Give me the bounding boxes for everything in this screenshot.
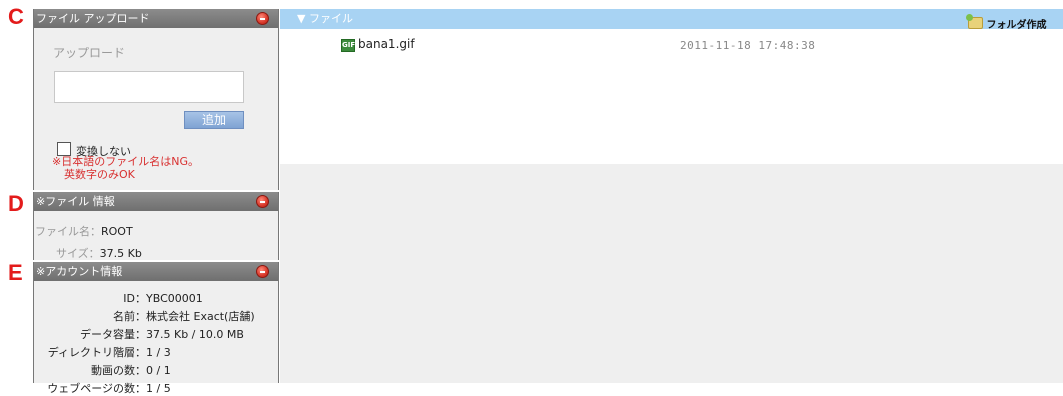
file-info-panel-title: ※ファイル 情報 [36,195,115,208]
gif-file-icon: GIF [341,39,355,52]
account-info-row: ディレクトリ階層：1 / 3 [34,344,274,360]
filename-value: ROOT [101,225,133,238]
folder-add-icon [966,14,983,29]
file-info-panel-header[interactable]: ※ファイル 情報 [34,192,278,211]
collapse-icon[interactable] [256,265,269,278]
empty-area [280,164,1063,383]
account-info-value: 0 / 1 [146,364,171,377]
file-list-header[interactable]: ▼ ファイル [280,9,1063,29]
upload-panel-title: ファイル アップロード [36,12,150,25]
no-convert-checkbox[interactable] [57,142,71,156]
filename-info: ファイル名：ROOT [35,223,133,239]
folder-create-button[interactable]: フォルダ作成 [966,14,1047,31]
collapse-icon[interactable] [256,195,269,208]
account-info-label: ディレクトリ階層： [47,346,146,359]
account-info-value: 37.5 Kb / 10.0 MB [146,328,244,341]
upload-panel-header[interactable]: ファイル アップロード [34,9,278,28]
account-info-label: ID： [123,292,146,305]
add-button[interactable]: 追加 [184,111,244,129]
size-label: サイズ： [56,247,100,260]
account-info-label: 名前： [113,310,146,323]
account-panel: ※アカウント情報 ID：YBC00001 名前：株式会社 Exact(店舗) データ… [33,262,279,395]
folder-create-label: フォルダ作成 [986,20,1047,31]
account-info-row: データ容量：37.5 Kb / 10.0 MB [34,326,274,342]
marker-e: E [8,260,23,285]
file-name-link[interactable]: bana1.gif [358,37,415,51]
account-info-value: 1 / 5 [146,382,171,395]
account-panel-header[interactable]: ※アカウント情報 [34,262,278,281]
file-list-title: ▼ ファイル [297,12,353,25]
account-info-row: ウェブページの数：1 / 5 [34,380,274,396]
account-info-value: 株式会社 Exact(店舗) [146,310,255,323]
account-info-value: 1 / 3 [146,346,171,359]
account-info-row: 名前：株式会社 Exact(店舗) [34,308,274,324]
account-info-value: YBC00001 [146,292,203,305]
file-date: 2011-11-18 17:48:38 [680,39,816,52]
account-info-row: 動画の数：0 / 1 [34,362,274,378]
upload-label: アップロード [53,46,126,60]
filename-note-line2: 英数字のみOK [64,168,135,181]
size-value: 37.5 Kb [99,247,142,260]
file-info-panel: ※ファイル 情報 ファイル名：ROOT サイズ：37.5 Kb [33,192,279,260]
upload-panel: ファイル アップロード アップロード 追加 変換しない ※日本語のファイル名はN… [33,9,279,190]
size-info: サイズ：37.5 Kb [56,245,142,261]
account-info-row: ID：YBC00001 [34,290,274,306]
collapse-icon[interactable] [256,12,269,25]
account-panel-title: ※アカウント情報 [36,265,123,278]
account-info-label: 動画の数： [91,364,146,377]
marker-c: C [8,4,24,29]
account-info-label: データ容量： [80,328,146,341]
filename-note-line1: ※日本語のファイル名はNG。 [52,155,199,168]
upload-file-input[interactable] [54,71,244,103]
marker-d: D [8,191,24,216]
account-info-label: ウェブページの数： [47,382,146,395]
filename-label: ファイル名： [35,225,101,238]
